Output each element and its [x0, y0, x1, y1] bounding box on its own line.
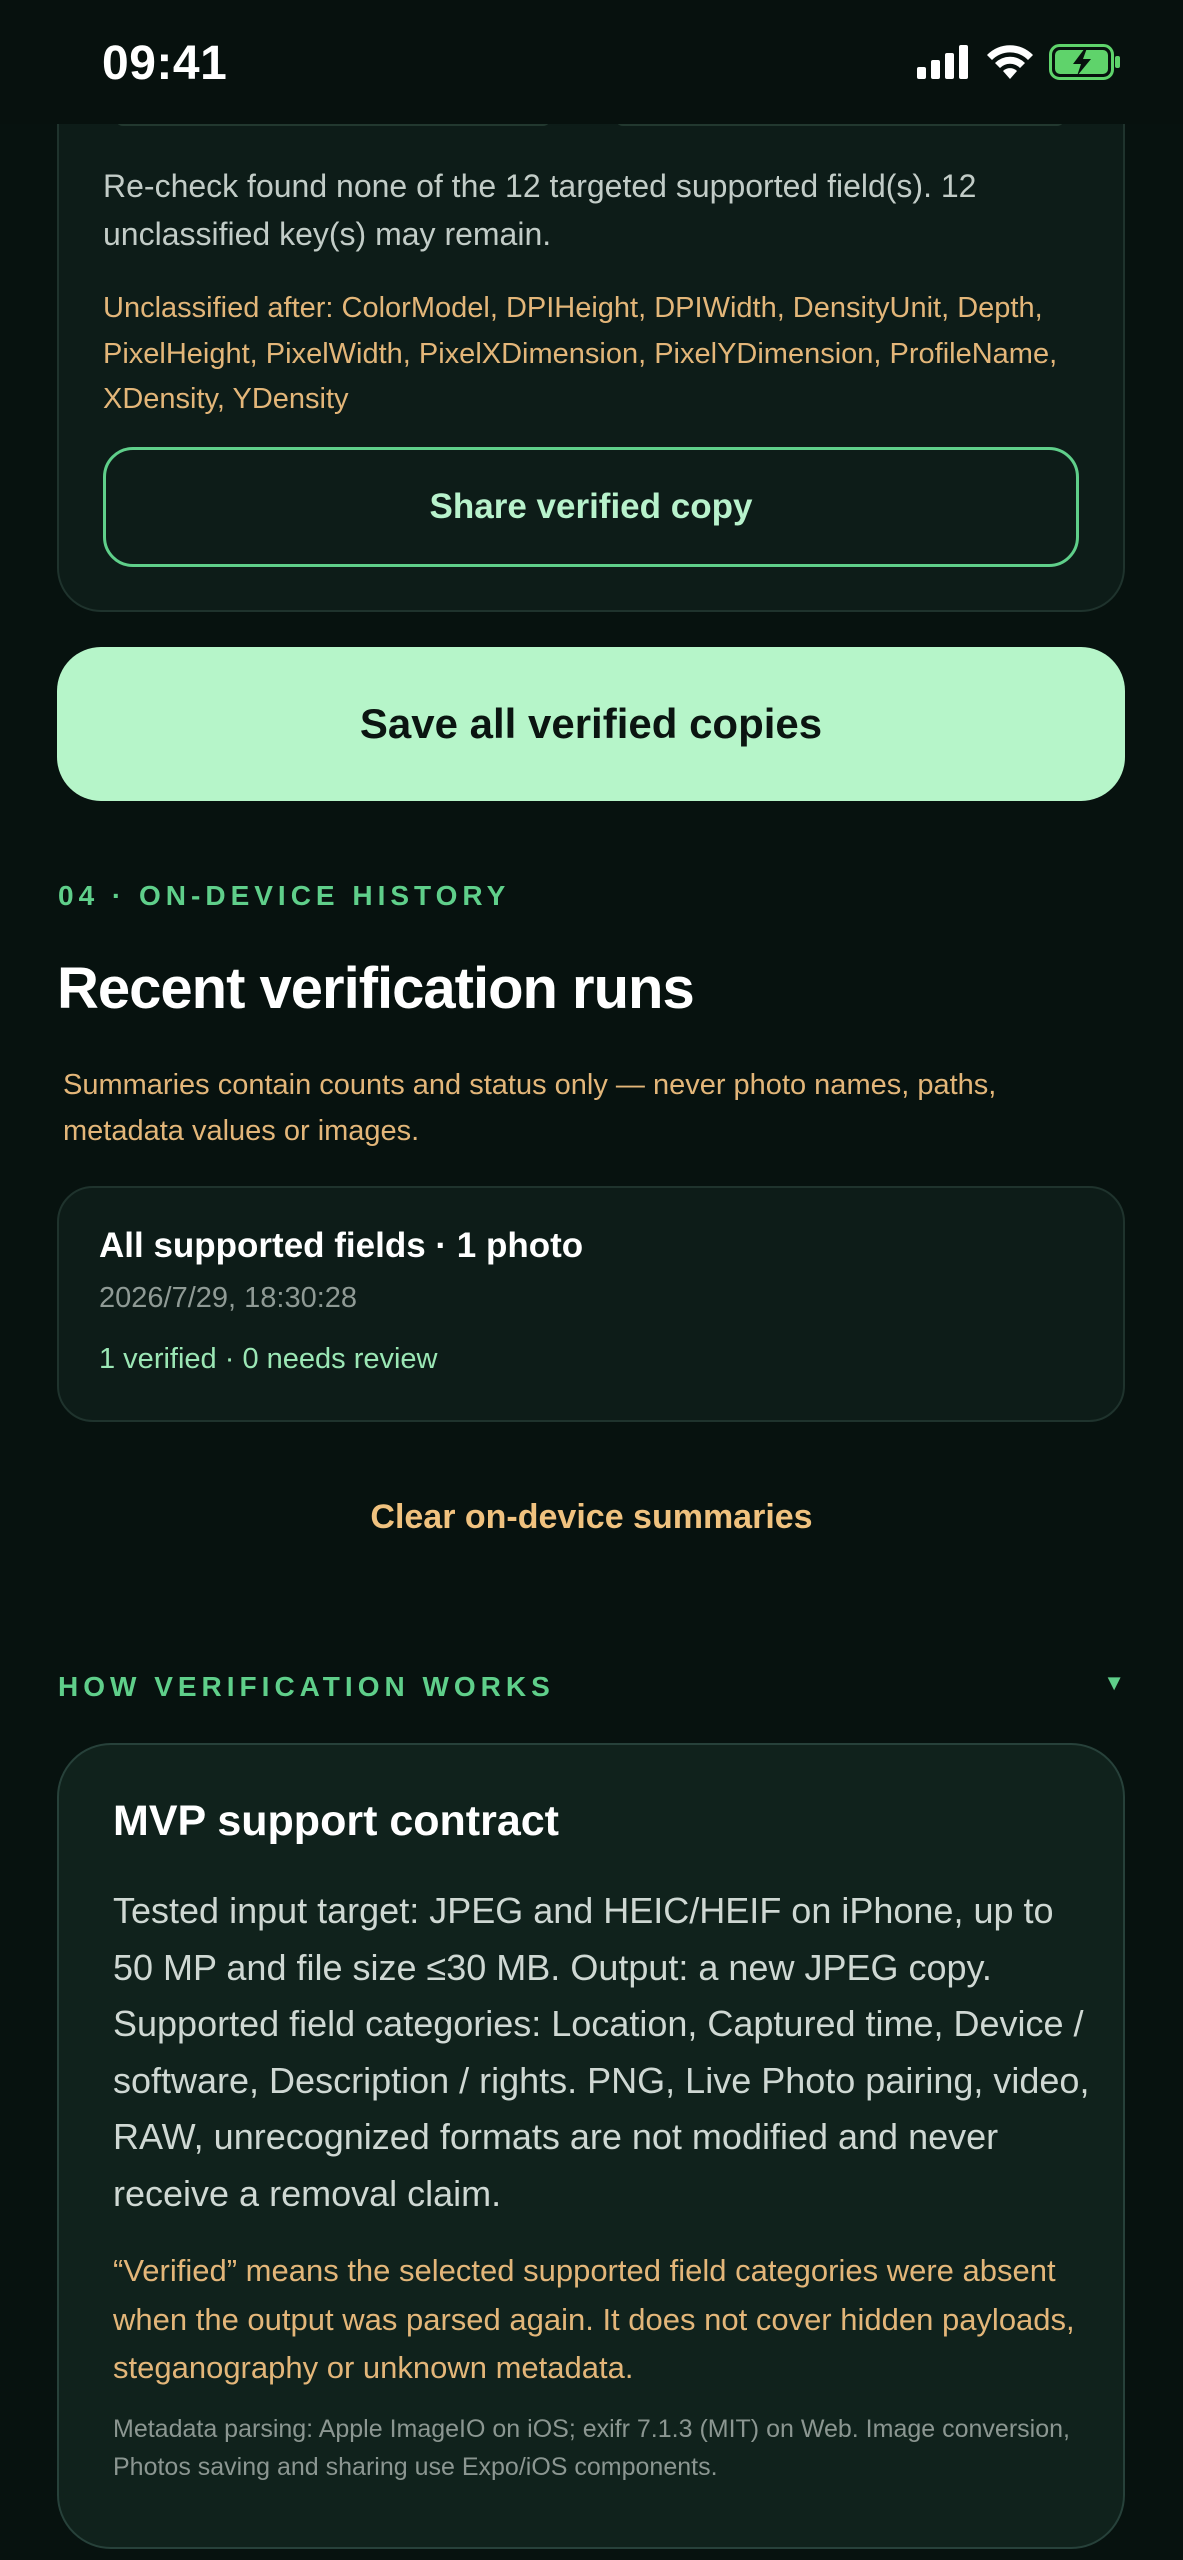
recheck-summary: Re-check found none of the 12 targeted s… — [103, 168, 977, 252]
history-eyebrow: 04 · ON-DEVICE HISTORY — [58, 880, 511, 911]
chevron-down-icon[interactable]: ▼ — [1103, 1670, 1125, 1696]
status-time: 09:41 — [102, 37, 228, 90]
battery-charging-icon — [1049, 44, 1121, 85]
run-timestamp: 2026/7/29, 18:30:28 — [99, 1282, 358, 1314]
history-description: Summaries contain counts and status only… — [63, 1069, 997, 1147]
clear-summaries-button[interactable]: Clear on-device summaries — [0, 1498, 1183, 1537]
how-it-works-toggle[interactable]: HOW VERIFICATION WORKS — [58, 1671, 555, 1703]
history-run-card[interactable]: All supported fields · 1 photo 2026/7/29… — [57, 1186, 1125, 1422]
library-credits: Metadata parsing: Apple ImageIO on iOS; … — [113, 2415, 1070, 2481]
status-bar: 09:41 — [0, 0, 1183, 124]
verified-definition: “Verified” means the selected supported … — [113, 2253, 1075, 2385]
contract-title: MVP support contract — [113, 1797, 559, 1845]
contract-body: Tested input target: JPEG and HEIC/HEIF … — [113, 1890, 1090, 2214]
screen: Re-check found none of the 12 targeted s… — [0, 0, 1183, 2560]
support-contract-card: MVP support contract Tested input target… — [57, 1743, 1125, 2549]
unclassified-keys: Unclassified after: ColorModel, DPIHeigh… — [103, 292, 1058, 415]
wifi-icon — [987, 45, 1033, 84]
run-status: 1 verified · 0 needs review — [99, 1343, 438, 1375]
cellular-signal-icon — [917, 45, 971, 84]
run-title: All supported fields · 1 photo — [99, 1226, 584, 1265]
status-icons — [917, 44, 1121, 85]
share-verified-copy-button[interactable]: Share verified copy — [103, 447, 1079, 567]
save-all-verified-copies-button[interactable]: Save all verified copies — [57, 647, 1125, 801]
history-title: Recent verification runs — [57, 956, 695, 1021]
